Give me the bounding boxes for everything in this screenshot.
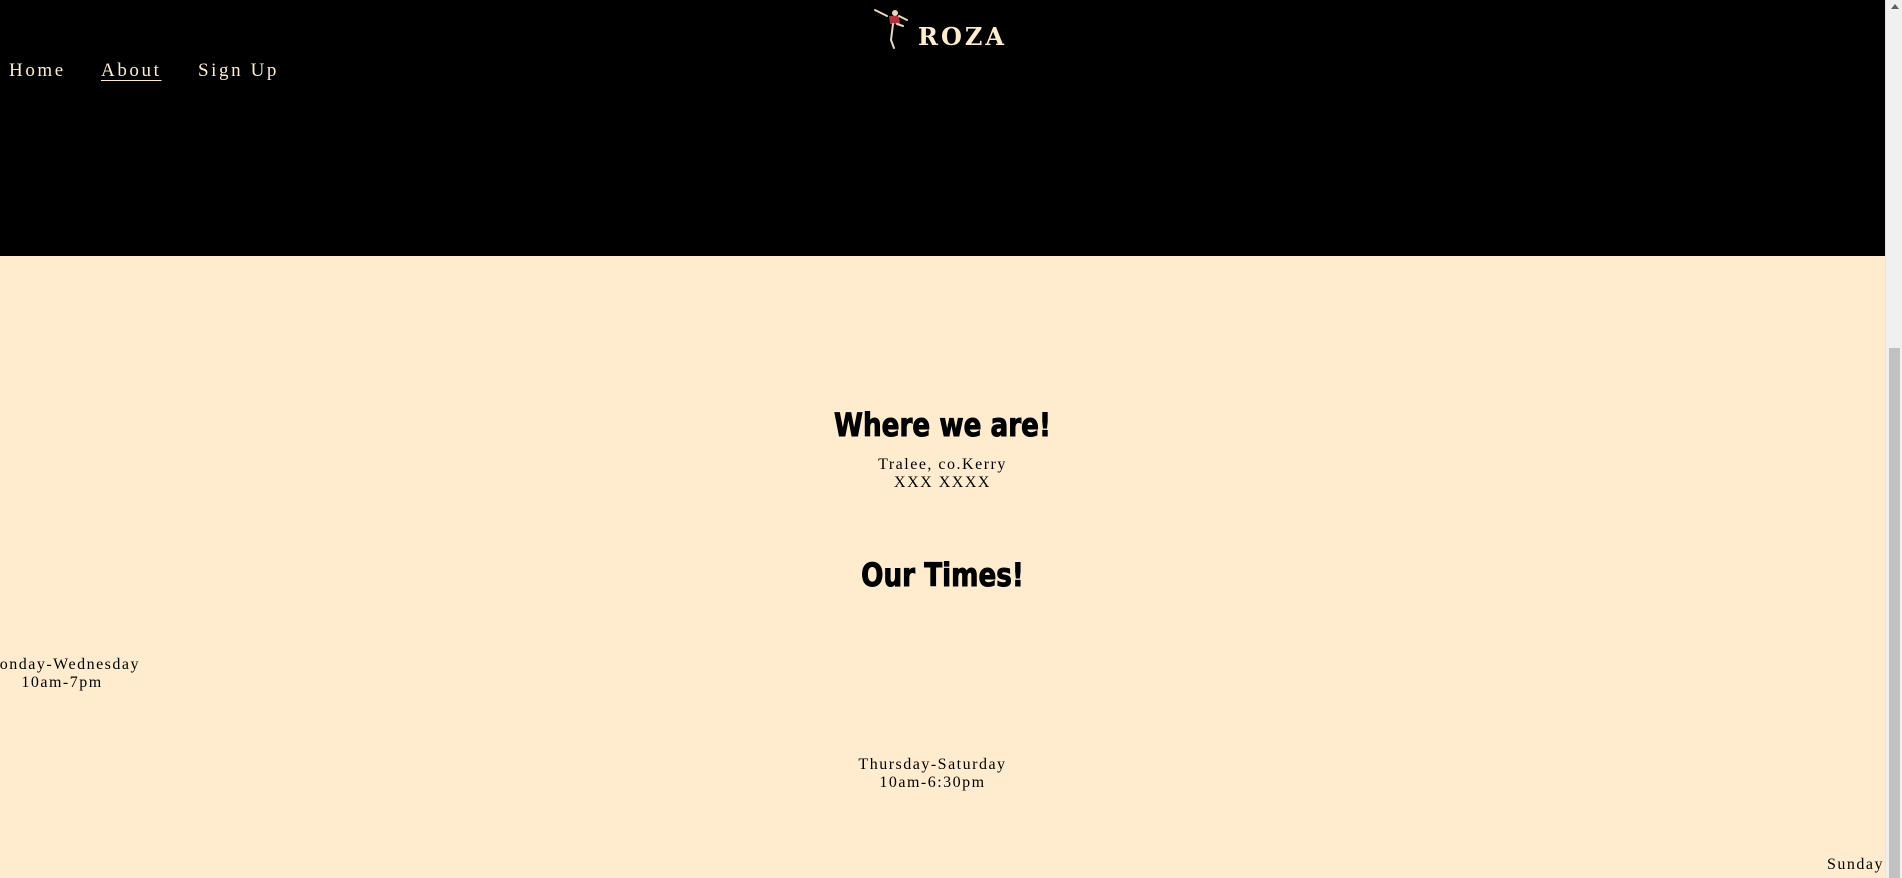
times-days: Thursday-Saturday [858,756,1007,773]
nav-about-link[interactable]: About [101,60,162,82]
brand-name[interactable]: ROZA [918,25,1007,49]
times-slot-sunday: Sunday [1827,856,1884,874]
page: ROZA Home About Sign Up Where we are! Tr… [0,0,1902,878]
times-days: Sunday [1827,856,1884,873]
times-heading: Our Times! [861,556,1025,594]
nav-signup-link[interactable]: Sign Up [198,60,279,82]
site-header: ROZA Home About Sign Up [0,0,1885,256]
scroll-up-arrow-icon[interactable] [1891,4,1899,9]
times-slot-mon-wed: Monday-Wednesday 10am-7pm [0,656,140,692]
address-line: Tralee, co.Kerry [878,456,1007,473]
nav-home-link[interactable]: Home [9,60,66,82]
times-days: Monday-Wednesday [0,656,141,673]
location-heading: Where we are! [834,406,1052,444]
times-hours: 10am-6:30pm [879,774,986,791]
times-slot-thu-sat: Thursday-Saturday 10am-6:30pm [0,756,1865,792]
phone-line: XXX XXXX [894,474,991,491]
kicking-figure-icon[interactable] [873,4,913,50]
scrollbar-thumb[interactable] [1889,348,1900,878]
times-hours: 10am-7pm [21,674,103,691]
vertical-scrollbar[interactable] [1885,0,1902,878]
